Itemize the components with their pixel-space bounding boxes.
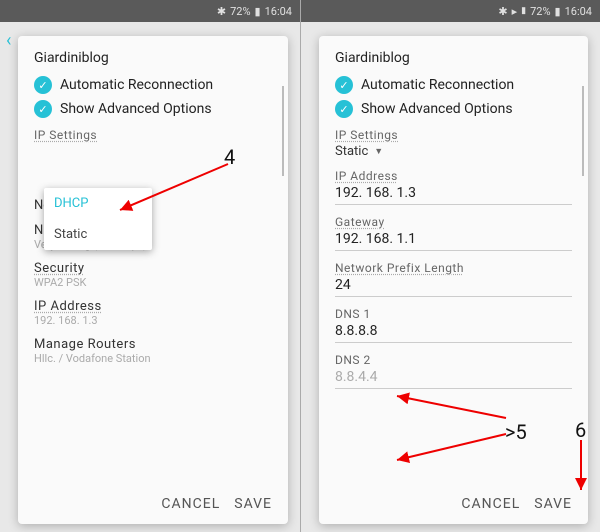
back-icon[interactable]: ‹ — [6, 30, 11, 51]
save-button[interactable]: SAVE — [234, 496, 272, 512]
security-value: WPA2 PSK — [34, 276, 272, 289]
scrollbar[interactable] — [582, 86, 584, 176]
cancel-button[interactable]: CANCEL — [161, 496, 220, 512]
auto-reconnect-label: Automatic Reconnection — [60, 77, 213, 93]
ip-settings-value: Static — [335, 144, 368, 159]
ip-address-field[interactable]: 192. 168. 1.3 — [335, 183, 572, 205]
option-static[interactable]: Static — [44, 219, 152, 250]
phone-left: ✱ 72% ▮ 16:04 ‹ Giardiniblog ✓ Automatic… — [0, 0, 300, 532]
wifi-dialog: Giardiniblog ✓ Automatic Reconnection ✓ … — [319, 36, 588, 524]
gateway-label: Gateway — [335, 215, 572, 229]
auto-reconnect-label: Automatic Reconnection — [361, 77, 514, 93]
prefix-field[interactable]: 24 — [335, 275, 572, 297]
check-icon: ✓ — [34, 76, 52, 94]
check-icon: ✓ — [335, 76, 353, 94]
security-label: Security — [34, 261, 272, 276]
check-icon: ✓ — [34, 100, 52, 118]
chevron-down-icon: ▼ — [374, 146, 383, 157]
clock: 16:04 — [265, 5, 292, 18]
check-icon: ✓ — [335, 100, 353, 118]
dns1-label: DNS 1 — [335, 307, 572, 321]
ip-settings-label: IP Settings — [34, 128, 272, 142]
signal-icon: ▮ — [521, 6, 526, 16]
dialog-title: Giardiniblog — [34, 50, 272, 66]
dialog-title: Giardiniblog — [335, 50, 572, 66]
ip-address-label: IP Address — [335, 169, 572, 183]
dns2-label: DNS 2 — [335, 353, 572, 367]
auto-reconnect-row[interactable]: ✓ Automatic Reconnection — [335, 76, 572, 94]
ip-settings-dropdown: DHCP Static — [44, 188, 152, 250]
ip-address-label: IP Address — [34, 299, 272, 314]
clock: 16:04 — [565, 5, 592, 18]
dns2-field[interactable]: 8.8.4.4 — [335, 367, 572, 389]
battery-icon: ▮ — [255, 5, 261, 18]
battery-pct: 72% — [230, 5, 250, 18]
status-bar: ✱ 72% ▮ 16:04 — [0, 0, 300, 22]
scrollbar[interactable] — [282, 86, 284, 176]
battery-pct: 72% — [530, 5, 550, 18]
bluetooth-icon: ✱ — [217, 5, 226, 18]
wifi-icon: ▸ — [512, 5, 518, 18]
prefix-label: Network Prefix Length — [335, 261, 572, 275]
battery-icon: ▮ — [555, 5, 561, 18]
show-advanced-label: Show Advanced Options — [361, 101, 513, 117]
gateway-field[interactable]: 192. 168. 1.1 — [335, 229, 572, 251]
show-advanced-label: Show Advanced Options — [60, 101, 212, 117]
auto-reconnect-row[interactable]: ✓ Automatic Reconnection — [34, 76, 272, 94]
status-bar: ✱ ▸ ▮ 72% ▮ 16:04 — [301, 0, 600, 22]
routers-label[interactable]: Manage Routers — [34, 337, 272, 352]
bluetooth-icon: ✱ — [498, 5, 507, 18]
phone-right: ✱ ▸ ▮ 72% ▮ 16:04 Giardiniblog ✓ Automat… — [300, 0, 600, 532]
ip-settings-dropdown[interactable]: Static ▼ — [335, 144, 572, 159]
show-advanced-row[interactable]: ✓ Show Advanced Options — [34, 100, 272, 118]
option-dhcp[interactable]: DHCP — [44, 188, 152, 219]
save-button[interactable]: SAVE — [534, 496, 572, 512]
ip-address-value: 192. 168. 1.3 — [34, 314, 272, 327]
routers-value: Hllc. / Vodafone Station — [34, 352, 272, 365]
dns1-field[interactable]: 8.8.8.8 — [335, 321, 572, 343]
cancel-button[interactable]: CANCEL — [461, 496, 520, 512]
ip-settings-label: IP Settings — [335, 128, 572, 142]
show-advanced-row[interactable]: ✓ Show Advanced Options — [335, 100, 572, 118]
wifi-dialog: Giardiniblog ✓ Automatic Reconnection ✓ … — [18, 36, 288, 524]
